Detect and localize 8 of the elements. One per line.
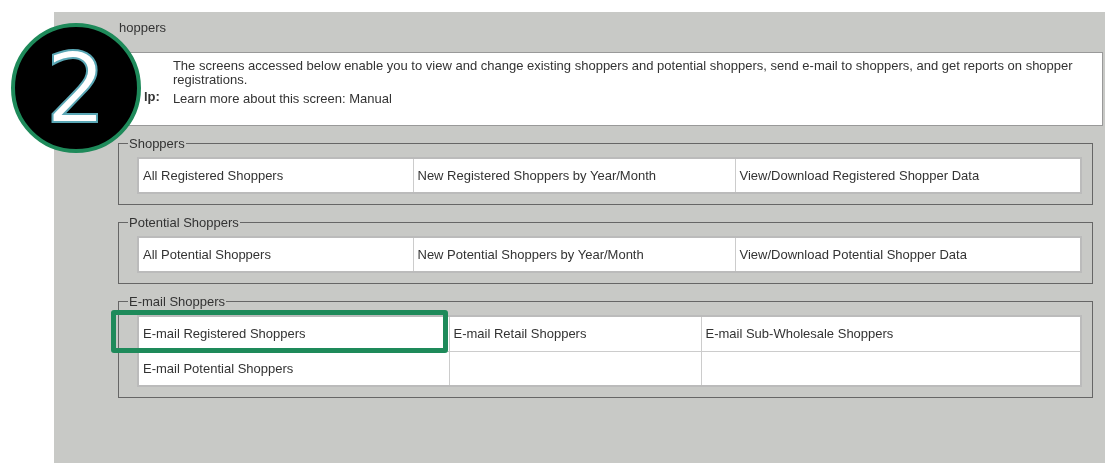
group-legend: Shoppers xyxy=(128,136,186,151)
group-legend: Potential Shoppers xyxy=(128,215,240,230)
manual-link-text: Learn more about this screen: Manual xyxy=(172,92,393,106)
link-cell[interactable]: E-mail Retail Shoppers xyxy=(449,316,701,351)
panel-title: hoppers xyxy=(119,20,167,37)
help-label: lp: xyxy=(144,89,160,106)
help-text: The screens accessed below enable you to view and change existing shoppers and potential shoppers, send e-mail to shoppers, and get reports on shopper registrations. xyxy=(172,59,1074,87)
group-legend: E-mail Shoppers xyxy=(128,294,227,309)
